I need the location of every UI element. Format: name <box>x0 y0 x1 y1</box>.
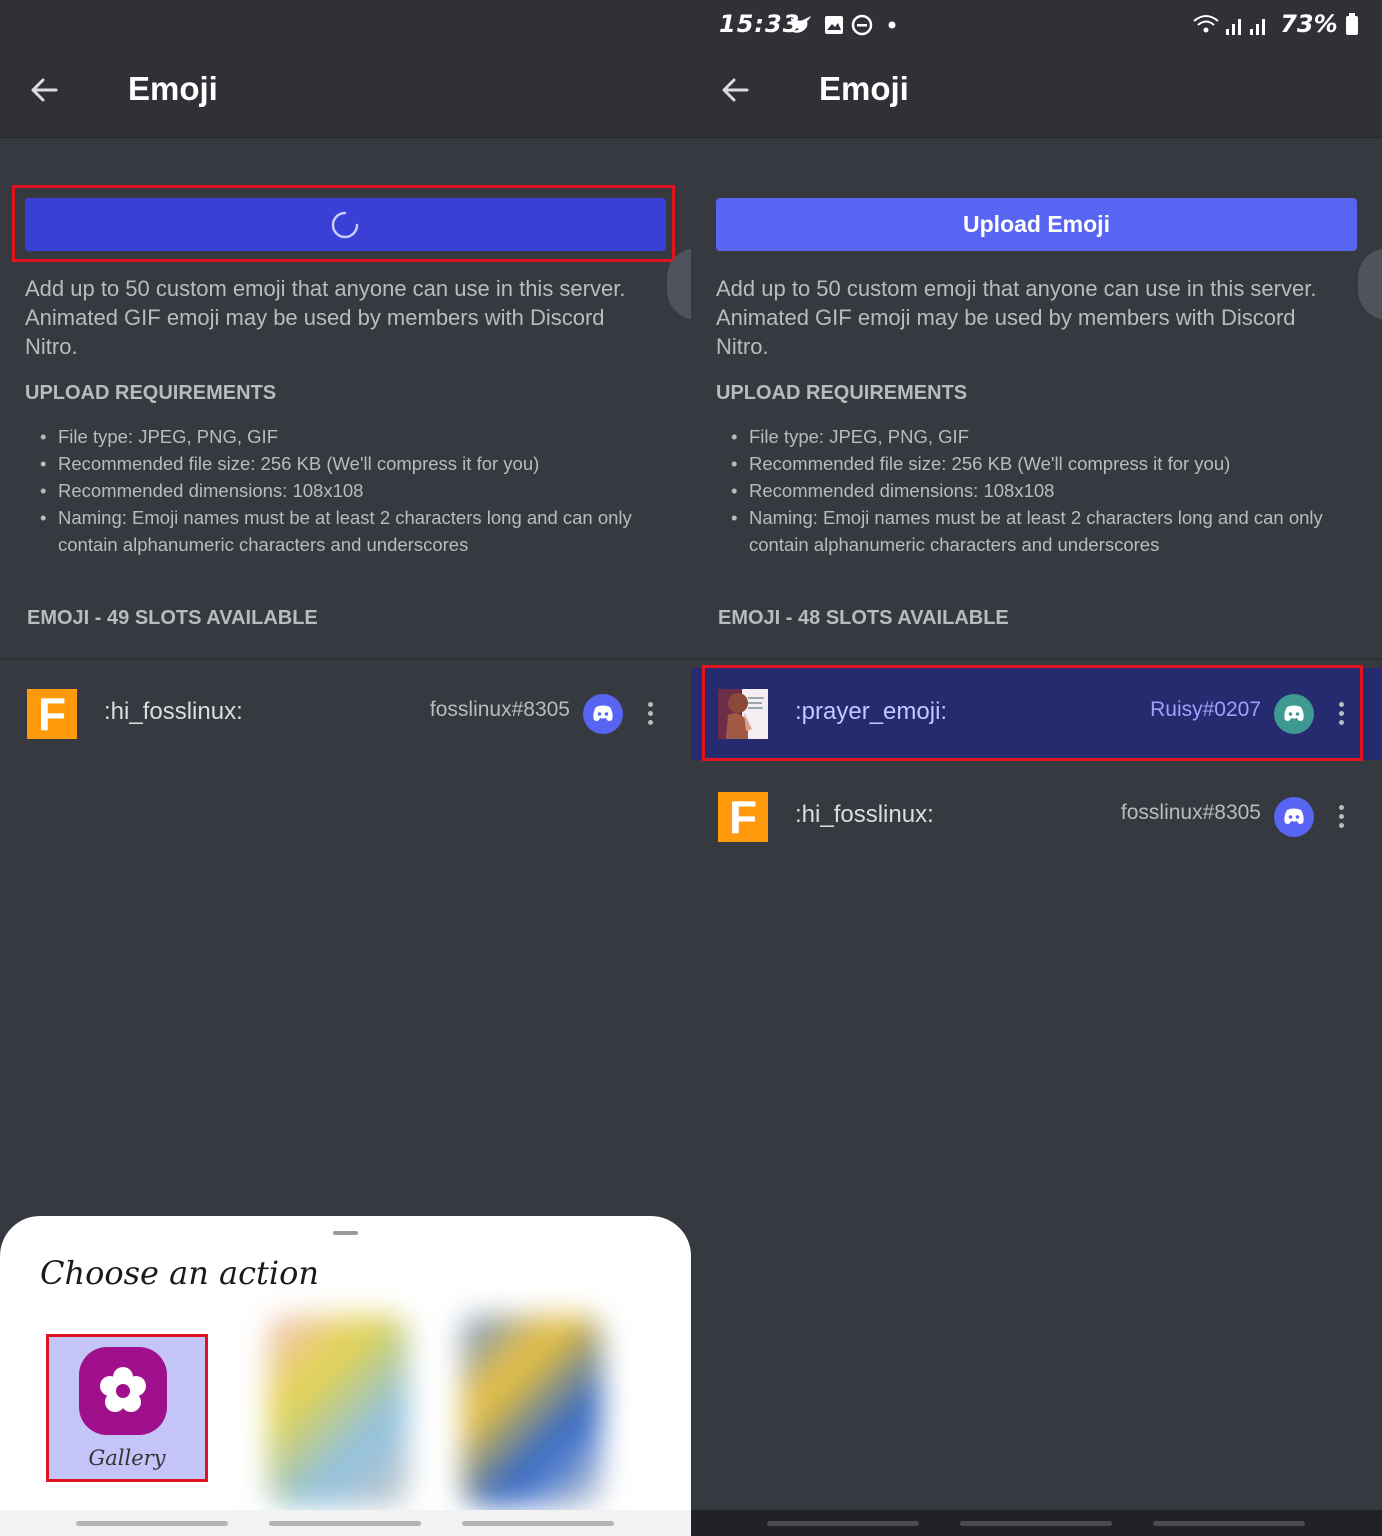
requirements-list: File type: JPEG, PNG, GIF Recommended fi… <box>731 423 1351 558</box>
divider <box>0 658 691 660</box>
emoji-name: :hi_fosslinux: <box>104 698 243 725</box>
requirement-item: Recommended file size: 256 KB (We'll com… <box>40 450 660 477</box>
requirement-item: Naming: Emoji names must be at least 2 c… <box>731 504 1351 558</box>
discord-avatar-icon <box>583 694 623 734</box>
battery-icon <box>1346 13 1358 35</box>
annotation-highlight-box <box>702 665 1363 761</box>
emoji-name: :hi_fosslinux: <box>795 801 934 828</box>
emoji-description: Add up to 50 custom emoji that anyone ca… <box>716 276 1317 359</box>
more-options-icon[interactable] <box>1331 797 1351 837</box>
status-bar <box>0 0 691 50</box>
annotation-highlight-box <box>12 185 675 262</box>
requirements-heading: UPLOAD REQUIREMENTS <box>716 382 968 404</box>
nav-handle[interactable] <box>269 1521 421 1526</box>
status-right: 73% <box>1192 10 1358 38</box>
requirements-list: File type: JPEG, PNG, GIF Recommended fi… <box>40 423 660 558</box>
status-bar: 15:33 73% <box>691 0 1382 50</box>
requirement-item: Naming: Emoji names must be at least 2 c… <box>40 504 660 558</box>
emoji-row[interactable]: F :hi_fosslinux: fosslinux#8305 <box>691 771 1382 863</box>
back-arrow-icon[interactable] <box>28 74 60 106</box>
app-header: Emoji <box>691 50 1382 138</box>
sheet-grabber[interactable] <box>333 1231 358 1235</box>
nav-handle[interactable] <box>76 1521 228 1526</box>
page-title: Emoji <box>128 70 218 107</box>
requirements-heading: UPLOAD REQUIREMENTS <box>25 382 277 404</box>
sheet-title: Choose an action <box>40 1254 319 1292</box>
emoji-uploader: fosslinux#8305 <box>429 698 570 721</box>
choose-action-sheet: Choose an action Gallery <box>0 1216 691 1536</box>
notification-icons <box>789 12 899 44</box>
discord-avatar-icon <box>1274 797 1314 837</box>
requirement-item: Recommended dimensions: 108x108 <box>40 477 660 504</box>
emoji-row[interactable]: F :hi_fosslinux: fosslinux#8305 <box>0 668 691 760</box>
battery-percent: 73% <box>1280 10 1338 38</box>
emoji-uploader: fosslinux#8305 <box>1120 801 1261 824</box>
requirement-item: File type: JPEG, PNG, GIF <box>731 423 1351 450</box>
slots-available-label: EMOJI - 49 SLOTS AVAILABLE <box>27 607 318 629</box>
navigation-bar <box>0 1510 691 1536</box>
nav-handle[interactable] <box>1153 1521 1305 1526</box>
emoji-description: Add up to 50 custom emoji that anyone ca… <box>25 276 626 359</box>
left-screen: Emoji Add up to 50 custom emoji that any… <box>0 0 691 1536</box>
navigation-bar <box>691 1510 1382 1536</box>
page-title: Emoji <box>819 70 909 107</box>
right-screen: 15:33 73% Emoji Upload Emoji Add up to 5… <box>691 0 1382 1536</box>
upload-emoji-button[interactable]: Upload Emoji <box>716 198 1357 251</box>
requirement-item: Recommended dimensions: 108x108 <box>731 477 1351 504</box>
edge-panel-handle[interactable] <box>1358 248 1382 320</box>
back-arrow-icon[interactable] <box>719 74 751 106</box>
nav-handle[interactable] <box>960 1521 1112 1526</box>
nav-handle[interactable] <box>767 1521 919 1526</box>
slots-available-label: EMOJI - 48 SLOTS AVAILABLE <box>718 607 1009 629</box>
app-header: Emoji <box>0 50 691 138</box>
divider <box>691 658 1382 660</box>
requirement-item: File type: JPEG, PNG, GIF <box>40 423 660 450</box>
blurred-app-option[interactable] <box>268 1316 408 1506</box>
emoji-image: F <box>27 689 77 739</box>
annotation-highlight-box <box>46 1334 208 1482</box>
emoji-image: F <box>718 792 768 842</box>
blurred-app-option[interactable] <box>462 1316 602 1506</box>
requirement-item: Recommended file size: 256 KB (We'll com… <box>731 450 1351 477</box>
more-options-icon[interactable] <box>640 694 660 734</box>
nav-handle[interactable] <box>462 1521 614 1526</box>
